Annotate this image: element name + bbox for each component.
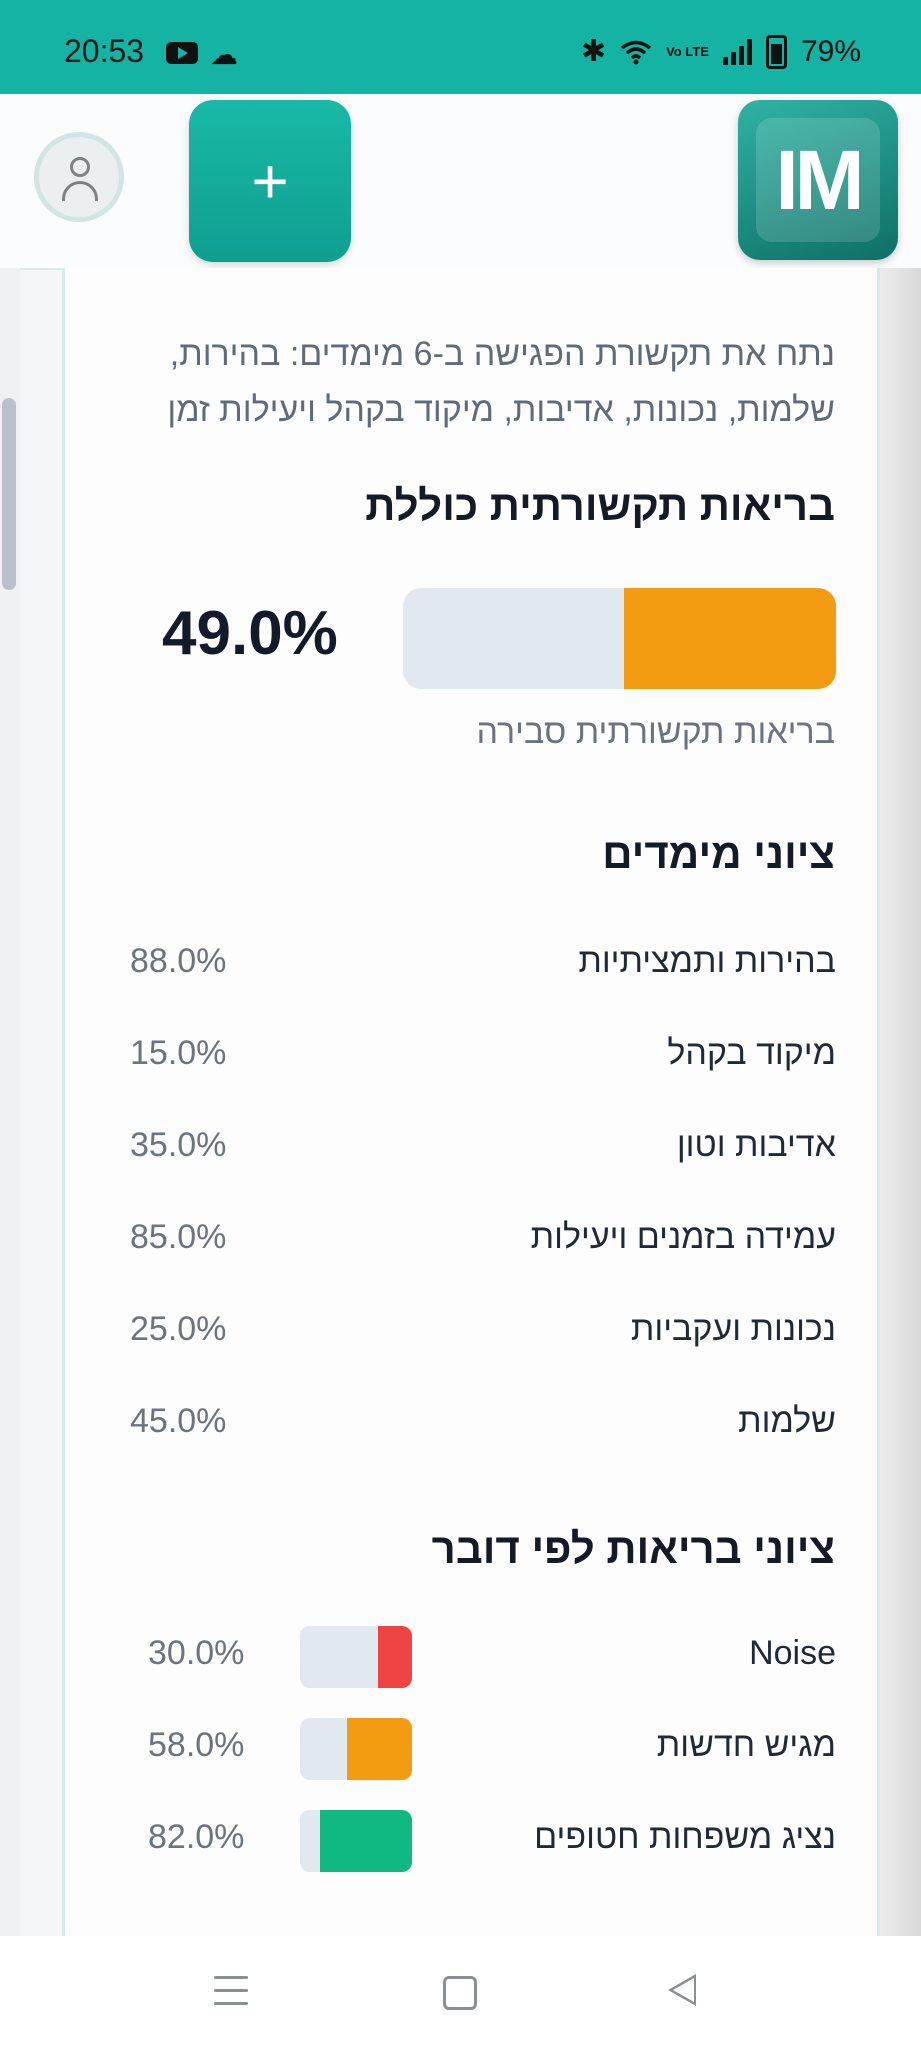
speaker-score-bar [300, 1718, 412, 1780]
dimension-row: בהירות ותמציתיות 88.0% [130, 942, 836, 1002]
dimension-row: שלמות 45.0% [130, 1402, 836, 1462]
speaker-value: 30.0% [148, 1634, 245, 1672]
status-bar: 20:53 ☁ ✱ Vo LTE 79% [0, 0, 921, 94]
menu-icon-line [214, 1976, 248, 1979]
wifi-icon [621, 40, 652, 64]
speaker-score-bar-fill [378, 1626, 412, 1688]
overall-health-description: בריאות תקשורתית סבירה [476, 713, 835, 751]
youtube-icon [166, 42, 198, 64]
dimension-label: בהירות ותמציתיות [578, 942, 836, 980]
status-time: 20:53 [64, 33, 145, 69]
menu-icon-line [214, 2002, 248, 2005]
dimension-value: 88.0% [130, 942, 227, 980]
user-icon-body [62, 181, 98, 201]
cloud-icon: ☁ [210, 39, 238, 70]
dimension-row: עמידה בזמנים ויעילות 85.0% [130, 1218, 836, 1278]
home-button[interactable] [443, 1976, 477, 2010]
back-button[interactable] [668, 1974, 696, 2006]
dimension-value: 35.0% [130, 1126, 227, 1164]
menu-icon-line [214, 1989, 248, 1992]
speaker-row: מגיש חדשות 58.0% [130, 1718, 836, 1780]
speaker-score-bar-fill [347, 1718, 412, 1780]
card-edge [880, 268, 921, 1936]
dimension-label: עמידה בזמנים ויעילות [530, 1218, 836, 1256]
user-icon [70, 157, 90, 177]
battery-percent: 79% [800, 34, 861, 68]
speaker-score-bar [300, 1810, 412, 1872]
scrollbar[interactable] [0, 268, 20, 1936]
dimension-row: מיקוד בקהל 15.0% [130, 1034, 836, 1094]
dimension-row: אדיבות וטון 35.0% [130, 1126, 836, 1186]
add-button[interactable]: + [189, 100, 351, 262]
speaker-scores-title: ציוני בריאות לפי דובר [431, 1525, 835, 1572]
overall-health-bar [403, 588, 836, 689]
dimension-label: מיקוד בקהל [667, 1034, 836, 1072]
overall-health-title: בריאות תקשורתית כוללת [365, 482, 835, 529]
speaker-value: 82.0% [148, 1818, 245, 1856]
speaker-row: Noise 30.0% [130, 1626, 836, 1688]
intro-text: נתח את תקשורת הפגישה ב-6 מימדים: בהירות,… [167, 335, 835, 429]
dimension-value: 85.0% [130, 1218, 227, 1256]
dimension-label: שלמות [738, 1402, 836, 1440]
dimension-value: 45.0% [130, 1402, 227, 1440]
dimension-value: 15.0% [130, 1034, 227, 1072]
overall-health-percent: 49.0% [162, 599, 338, 668]
avatar[interactable] [34, 132, 124, 222]
speaker-label: נציג משפחות חטופים [534, 1818, 836, 1856]
app-logo[interactable]: IM [738, 100, 898, 260]
logo-text: IM [756, 118, 880, 242]
speaker-row: נציג משפחות חטופים 82.0% [130, 1810, 836, 1872]
speaker-label: Noise [749, 1634, 836, 1672]
speaker-label: מגיש חדשות [656, 1726, 836, 1764]
volte-icon: Vo LTE [666, 44, 709, 59]
recents-button[interactable] [214, 1976, 248, 2015]
system-nav-bar [0, 1936, 921, 2048]
speaker-score-bar-fill [320, 1810, 412, 1872]
overall-health-bar-fill [623, 588, 836, 689]
speaker-score-bar [300, 1626, 412, 1688]
dimension-scores-title: ציוני מימדים [602, 830, 835, 877]
speaker-value: 58.0% [148, 1726, 245, 1764]
dimension-value: 25.0% [130, 1310, 227, 1348]
plus-icon: + [251, 145, 289, 217]
dimension-label: אדיבות וטון [676, 1126, 836, 1164]
signal-icon [722, 38, 752, 65]
dimension-row: נכונות ועקביות 25.0% [130, 1310, 836, 1370]
battery-icon [765, 34, 787, 69]
bluetooth-icon: ✱ [580, 35, 607, 68]
scrollbar-thumb[interactable] [2, 398, 16, 590]
status-icons: ✱ Vo LTE 79% [581, 34, 861, 69]
app-header: + IM [0, 94, 921, 270]
dimension-label: נכונות ועקביות [630, 1310, 836, 1348]
